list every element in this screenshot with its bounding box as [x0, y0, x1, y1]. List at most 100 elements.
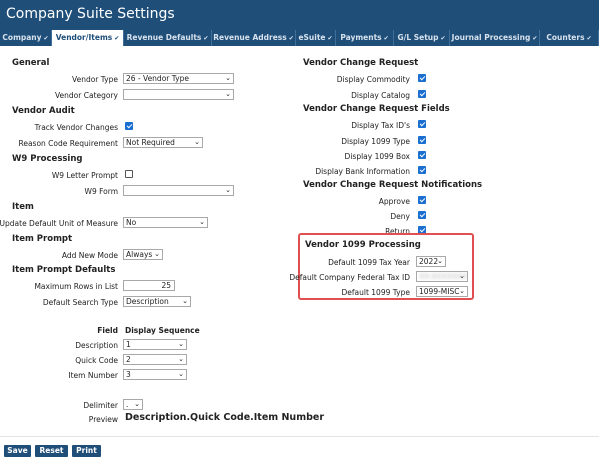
- add-new-mode-label: Add New Mode: [61, 251, 118, 260]
- display-1099-type-label: Display 1099 Type: [341, 137, 410, 146]
- chevron-down-icon: ✔: [532, 35, 538, 42]
- seq-item-number-select[interactable]: 3 ⌄: [123, 369, 187, 380]
- section-vendor-1099-processing: Vendor 1099 Processing: [305, 240, 421, 250]
- vendor-category-select[interactable]: ⌄: [123, 89, 234, 100]
- tab-revenue-defaults[interactable]: Revenue Defaults ✔: [124, 30, 212, 46]
- seq-description-select[interactable]: 1 ⌄: [123, 339, 187, 350]
- chevron-down-icon: ✔: [288, 35, 294, 42]
- tab-gl-setup[interactable]: G/L Setup ✔: [394, 30, 450, 46]
- add-new-mode-select[interactable]: Always ⌄: [123, 249, 163, 260]
- section-item-prompt-defaults: Item Prompt Defaults: [12, 265, 116, 275]
- chevron-down-icon: ⌄: [178, 340, 184, 348]
- w9-letter-prompt-label: W9 Letter Prompt: [51, 171, 118, 180]
- w9-form-label: W9 Form: [84, 187, 118, 196]
- tax-year-select[interactable]: 2022 ⌄: [416, 256, 446, 267]
- tab-bar: Company ✔ Vendor/Items ✔ Revenue Defaults ✔…: [0, 30, 599, 46]
- 1099-type-select[interactable]: 1099-MISC ⌄: [416, 286, 468, 297]
- vendor-type-select[interactable]: 26 - Vendor Type ⌄: [123, 73, 234, 84]
- chevron-down-icon: ⌄: [134, 400, 140, 408]
- update-uom-select[interactable]: No ⌄: [123, 217, 208, 228]
- tab-journal-processing[interactable]: Journal Processing ✔: [450, 30, 540, 46]
- approve-label: Approve: [378, 197, 410, 206]
- chevron-down-icon: ⌄: [225, 74, 231, 82]
- section-general: General: [12, 58, 50, 68]
- chevron-down-icon: ✔: [383, 35, 389, 42]
- display-commodity-label: Display Commodity: [336, 75, 410, 84]
- reset-button[interactable]: Reset: [35, 445, 68, 457]
- section-vendor-change-request: Vendor Change Request: [303, 58, 419, 68]
- chevron-down-icon: ✔: [43, 35, 49, 42]
- chevron-down-icon: ⌄: [225, 186, 231, 194]
- chevron-down-icon: ⌄: [178, 370, 184, 378]
- display-bank-information-label: Display Bank Information: [315, 167, 410, 176]
- section-vendor-change-request-fields: Vendor Change Request Fields: [303, 104, 450, 114]
- footer-divider: [0, 436, 599, 437]
- chevron-down-icon: ✔: [586, 35, 592, 42]
- vendor-type-label: Vendor Type: [72, 75, 118, 84]
- max-rows-label: Maximum Rows in List: [34, 282, 118, 291]
- section-item: Item: [12, 202, 34, 212]
- display-sequence-header: Display Sequence: [125, 326, 200, 335]
- w9-letter-prompt-checkbox[interactable]: [125, 170, 133, 178]
- print-button[interactable]: Print: [72, 445, 101, 457]
- chevron-down-icon: ✔: [440, 35, 446, 42]
- section-item-prompt: Item Prompt: [12, 234, 73, 244]
- title-bar: Company Suite Settings: [0, 0, 599, 30]
- field-header: Field: [97, 326, 118, 335]
- display-commodity-checkbox[interactable]: [418, 74, 426, 82]
- 1099-type-label: Default 1099 Type: [341, 288, 411, 297]
- reason-code-select[interactable]: Not Required ⌄: [123, 137, 203, 148]
- chevron-down-icon: ✔: [203, 35, 209, 42]
- section-vendor-audit: Vendor Audit: [12, 106, 75, 116]
- chevron-down-icon: ⌄: [199, 218, 205, 226]
- update-uom-label: Update Default Unit of Measure: [0, 219, 118, 228]
- save-button[interactable]: Save: [4, 445, 31, 457]
- display-tax-ids-label: Display Tax ID's: [351, 121, 410, 130]
- chevron-down-icon: ⌄: [178, 355, 184, 363]
- chevron-down-icon: ✔: [114, 35, 120, 42]
- chevron-down-icon: ⌄: [459, 272, 465, 280]
- display-bank-information-checkbox[interactable]: [418, 166, 426, 174]
- vendor-category-label: Vendor Category: [55, 91, 118, 100]
- track-vendor-changes-checkbox[interactable]: [125, 122, 133, 130]
- display-catalog-checkbox[interactable]: [418, 90, 426, 98]
- chevron-down-icon: ⌄: [437, 257, 443, 265]
- chevron-down-icon: ⌄: [459, 287, 465, 295]
- deny-checkbox[interactable]: [418, 211, 426, 219]
- chevron-down-icon: ✔: [327, 35, 333, 42]
- preview-label: Preview: [88, 415, 118, 424]
- delimiter-label: Delimiter: [83, 401, 118, 410]
- federal-tax-id-select[interactable]: XX-XXXXXXX ⌄: [416, 271, 468, 282]
- tab-vendor-items[interactable]: Vendor/Items ✔: [52, 30, 124, 46]
- delimiter-select[interactable]: . ⌄: [123, 399, 143, 410]
- tab-company[interactable]: Company ✔: [0, 30, 52, 46]
- tab-esuite[interactable]: eSuite ✔: [296, 30, 336, 46]
- tax-year-label: Default 1099 Tax Year: [328, 258, 410, 267]
- section-w9-processing: W9 Processing: [12, 154, 83, 164]
- display-catalog-label: Display Catalog: [351, 91, 410, 100]
- chevron-down-icon: ⌄: [194, 138, 200, 146]
- seq-quick-code-select[interactable]: 2 ⌄: [123, 354, 187, 365]
- tab-revenue-address[interactable]: Revenue Address ✔: [212, 30, 296, 46]
- seq-field-label: Description: [75, 341, 118, 350]
- tab-counters[interactable]: Counters ✔: [540, 30, 599, 46]
- seq-field-label: Item Number: [68, 371, 118, 380]
- federal-tax-id-label: Default Company Federal Tax ID: [289, 273, 410, 282]
- tab-payments[interactable]: Payments ✔: [336, 30, 394, 46]
- reason-code-label: Reason Code Requirement: [18, 139, 118, 148]
- deny-label: Deny: [390, 212, 410, 221]
- chevron-down-icon: ⌄: [154, 250, 160, 258]
- chevron-down-icon: ⌄: [182, 297, 188, 305]
- max-rows-input[interactable]: 25: [123, 280, 175, 291]
- approve-checkbox[interactable]: [418, 196, 426, 204]
- seq-field-label: Quick Code: [75, 356, 118, 365]
- search-type-select[interactable]: Description ⌄: [123, 296, 191, 307]
- display-1099-box-checkbox[interactable]: [418, 151, 426, 159]
- search-type-label: Default Search Type: [42, 298, 118, 307]
- track-vendor-changes-label: Track Vendor Changes: [34, 123, 118, 132]
- display-1099-box-label: Display 1099 Box: [344, 152, 410, 161]
- display-1099-type-checkbox[interactable]: [418, 136, 426, 144]
- w9-form-select[interactable]: ⌄: [123, 185, 234, 196]
- chevron-down-icon: ⌄: [225, 90, 231, 98]
- display-tax-ids-checkbox[interactable]: [418, 120, 426, 128]
